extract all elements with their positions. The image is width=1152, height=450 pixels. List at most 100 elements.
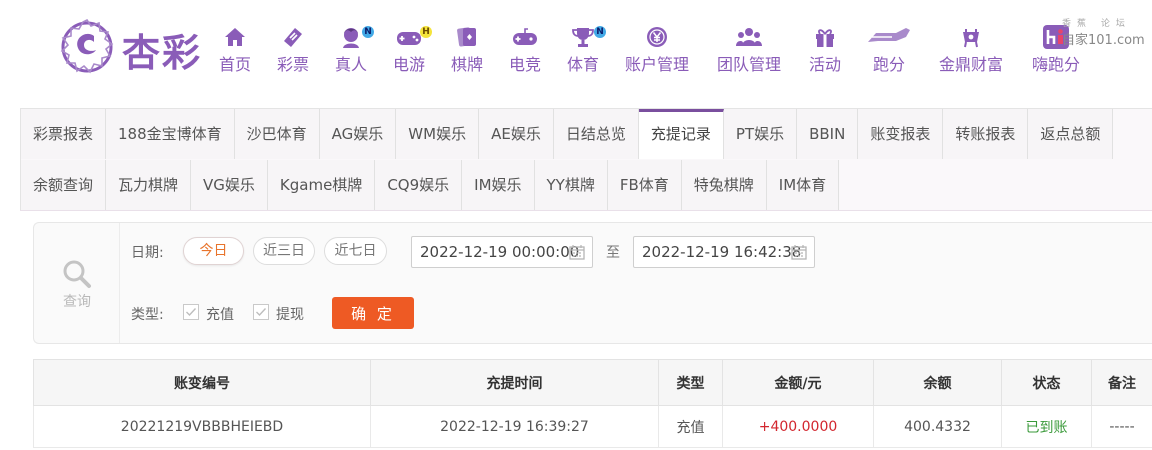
deposit-label: 充值 — [206, 307, 234, 323]
confirm-button[interactable]: 确 定 — [332, 297, 414, 329]
tab-kgame[interactable]: Kgame棋牌 — [267, 160, 376, 210]
home-icon — [225, 28, 245, 46]
record-status: 已到账 — [1001, 405, 1092, 448]
nav-item-home[interactable]: 首页 — [216, 24, 254, 74]
team-icon — [736, 28, 762, 46]
brand-logo[interactable]: 杏彩 — [56, 16, 216, 80]
checkmark-icon — [256, 308, 267, 317]
quick-date-7days[interactable]: 近七日 — [324, 237, 387, 265]
nav-label: 电游 — [392, 55, 425, 74]
record-amount: +400.0000 — [722, 405, 874, 448]
nav-item-promotions[interactable]: 活动 — [806, 24, 844, 74]
column-header: 备注 — [1091, 359, 1152, 406]
record-id: 20221219VBBBHEIEBD — [33, 405, 371, 448]
new-badge: N — [362, 26, 374, 38]
nav-label: 活动 — [808, 55, 841, 74]
tab-wali-cards[interactable]: 瓦力棋牌 — [106, 160, 192, 210]
nav-item-wealth[interactable]: 金鼎财富 — [936, 24, 1006, 74]
tab-balance-query[interactable]: 余额查询 — [21, 160, 107, 210]
tab-account-change[interactable]: 账变报表 — [858, 109, 944, 159]
nav-item-run-score[interactable]: 跑分 — [864, 24, 914, 74]
header: 杏彩 首页 彩票 N 真人 H 电游 棋牌 电竞 N 体育 账户管理 团队管理 … — [0, 0, 1152, 95]
query-label: 查询 — [63, 294, 91, 310]
nav-label: 首页 — [218, 55, 251, 74]
running-icon — [868, 28, 910, 42]
tab-bbin[interactable]: BBIN — [797, 109, 859, 159]
watermark-top: 香蕉 论坛 — [1062, 19, 1131, 29]
start-datetime-value: 2022-12-19 00:00:00 — [420, 243, 580, 261]
deposit-checkbox[interactable] — [183, 304, 199, 320]
calendar-icon — [569, 245, 585, 260]
calendar-icon — [791, 245, 807, 260]
tab-row-2: 余额查询 瓦力棋牌 VG娱乐 Kgame棋牌 CQ9娱乐 IM娱乐 YY棋牌 F… — [21, 160, 840, 210]
gift-icon — [816, 29, 834, 47]
brand-emblem-icon — [60, 18, 114, 74]
withdraw-label: 提现 — [276, 307, 304, 323]
filter-panel: 查询 日期: 今日 近三日 近七日 2022-12-19 00:00:00 至 … — [33, 222, 1152, 344]
divider — [20, 210, 1152, 211]
trophy-icon — [572, 28, 594, 47]
records-table: 账变编号 充提时间 类型 金额/元 余额 状态 备注 20221219VBBBH… — [33, 359, 1152, 448]
quick-date-today[interactable]: 今日 — [183, 237, 244, 265]
tab-188-sports[interactable]: 188金宝博体育 — [106, 109, 235, 159]
cards-icon — [457, 27, 476, 47]
column-header: 充提时间 — [370, 359, 659, 406]
nav-item-slots[interactable]: H 电游 — [390, 24, 432, 74]
date-label: 日期: — [131, 245, 164, 261]
query-button[interactable]: 查询 — [34, 223, 120, 343]
tab-im-sports[interactable]: IM体育 — [766, 160, 840, 210]
tab-daily-overview[interactable]: 日结总览 — [553, 109, 639, 159]
nav-label: 体育 — [566, 55, 599, 74]
table-header-row: 账变编号 充提时间 类型 金额/元 余额 状态 备注 — [33, 359, 1152, 406]
tab-pt[interactable]: PT娱乐 — [723, 109, 798, 159]
nav-item-lottery[interactable]: 彩票 — [274, 24, 312, 74]
quick-date-3days[interactable]: 近三日 — [253, 237, 315, 265]
tab-fb-sports[interactable]: FB体育 — [607, 160, 682, 210]
report-tabs: 彩票报表 188金宝博体育 沙巴体育 AG娱乐 WM娱乐 AE娱乐 日结总览 充… — [20, 108, 1152, 211]
withdraw-checkbox[interactable] — [253, 304, 269, 320]
tab-vg[interactable]: VG娱乐 — [191, 160, 268, 210]
record-note: ----- — [1091, 405, 1152, 448]
tab-cq9[interactable]: CQ9娱乐 — [375, 160, 463, 210]
end-datetime-value: 2022-12-19 16:42:38 — [642, 243, 802, 261]
new-badge: N — [594, 26, 606, 38]
nav-label: 电竞 — [508, 55, 541, 74]
tab-yy-cards[interactable]: YY棋牌 — [534, 160, 608, 210]
tab-wm[interactable]: WM娱乐 — [396, 109, 480, 159]
column-header: 类型 — [658, 359, 723, 406]
nav-label: 棋牌 — [450, 55, 483, 74]
tab-rebate-total[interactable]: 返点总额 — [1028, 109, 1114, 159]
tab-row-1: 彩票报表 188金宝博体育 沙巴体育 AG娱乐 WM娱乐 AE娱乐 日结总览 充… — [21, 109, 1114, 159]
tab-ae[interactable]: AE娱乐 — [479, 109, 554, 159]
type-label: 类型: — [131, 307, 164, 323]
nav-item-live[interactable]: N 真人 — [332, 24, 374, 74]
tab-deposit-withdraw[interactable]: 充提记录 — [638, 109, 724, 159]
column-header: 余额 — [873, 359, 1002, 406]
tab-ag[interactable]: AG娱乐 — [319, 109, 397, 159]
nav-label: 账户管理 — [624, 55, 689, 74]
tab-im[interactable]: IM娱乐 — [462, 160, 535, 210]
tab-tetu-cards[interactable]: 特兔棋牌 — [681, 160, 767, 210]
nav-item-team[interactable]: 团队管理 — [714, 24, 784, 74]
nav-label: 嗨跑分 — [1031, 55, 1080, 74]
nav-item-cards[interactable]: 棋牌 — [448, 24, 486, 74]
start-datetime-input[interactable]: 2022-12-19 00:00:00 — [411, 236, 593, 268]
esports-gamepad-icon — [513, 28, 537, 45]
lottery-ticket-icon — [284, 28, 302, 47]
nav-item-sports[interactable]: N 体育 — [564, 24, 606, 74]
record-balance: 400.4332 — [873, 405, 1002, 448]
live-dealer-icon — [343, 28, 359, 48]
column-header: 状态 — [1001, 359, 1092, 406]
search-icon — [63, 260, 91, 288]
watermark-bottom: 自家101.com — [1062, 33, 1145, 48]
nav-label: 跑分 — [872, 55, 905, 74]
nav-item-account[interactable]: 账户管理 — [622, 24, 692, 74]
tab-transfer-report[interactable]: 转账报表 — [943, 109, 1029, 159]
tab-lottery-report[interactable]: 彩票报表 — [21, 109, 107, 159]
column-header: 金额/元 — [722, 359, 874, 406]
end-datetime-input[interactable]: 2022-12-19 16:42:38 — [633, 236, 815, 268]
to-label: 至 — [606, 245, 620, 261]
tab-saba-sports[interactable]: 沙巴体育 — [234, 109, 320, 159]
nav-item-esports[interactable]: 电竞 — [506, 24, 544, 74]
nav-label: 团队管理 — [716, 55, 781, 74]
